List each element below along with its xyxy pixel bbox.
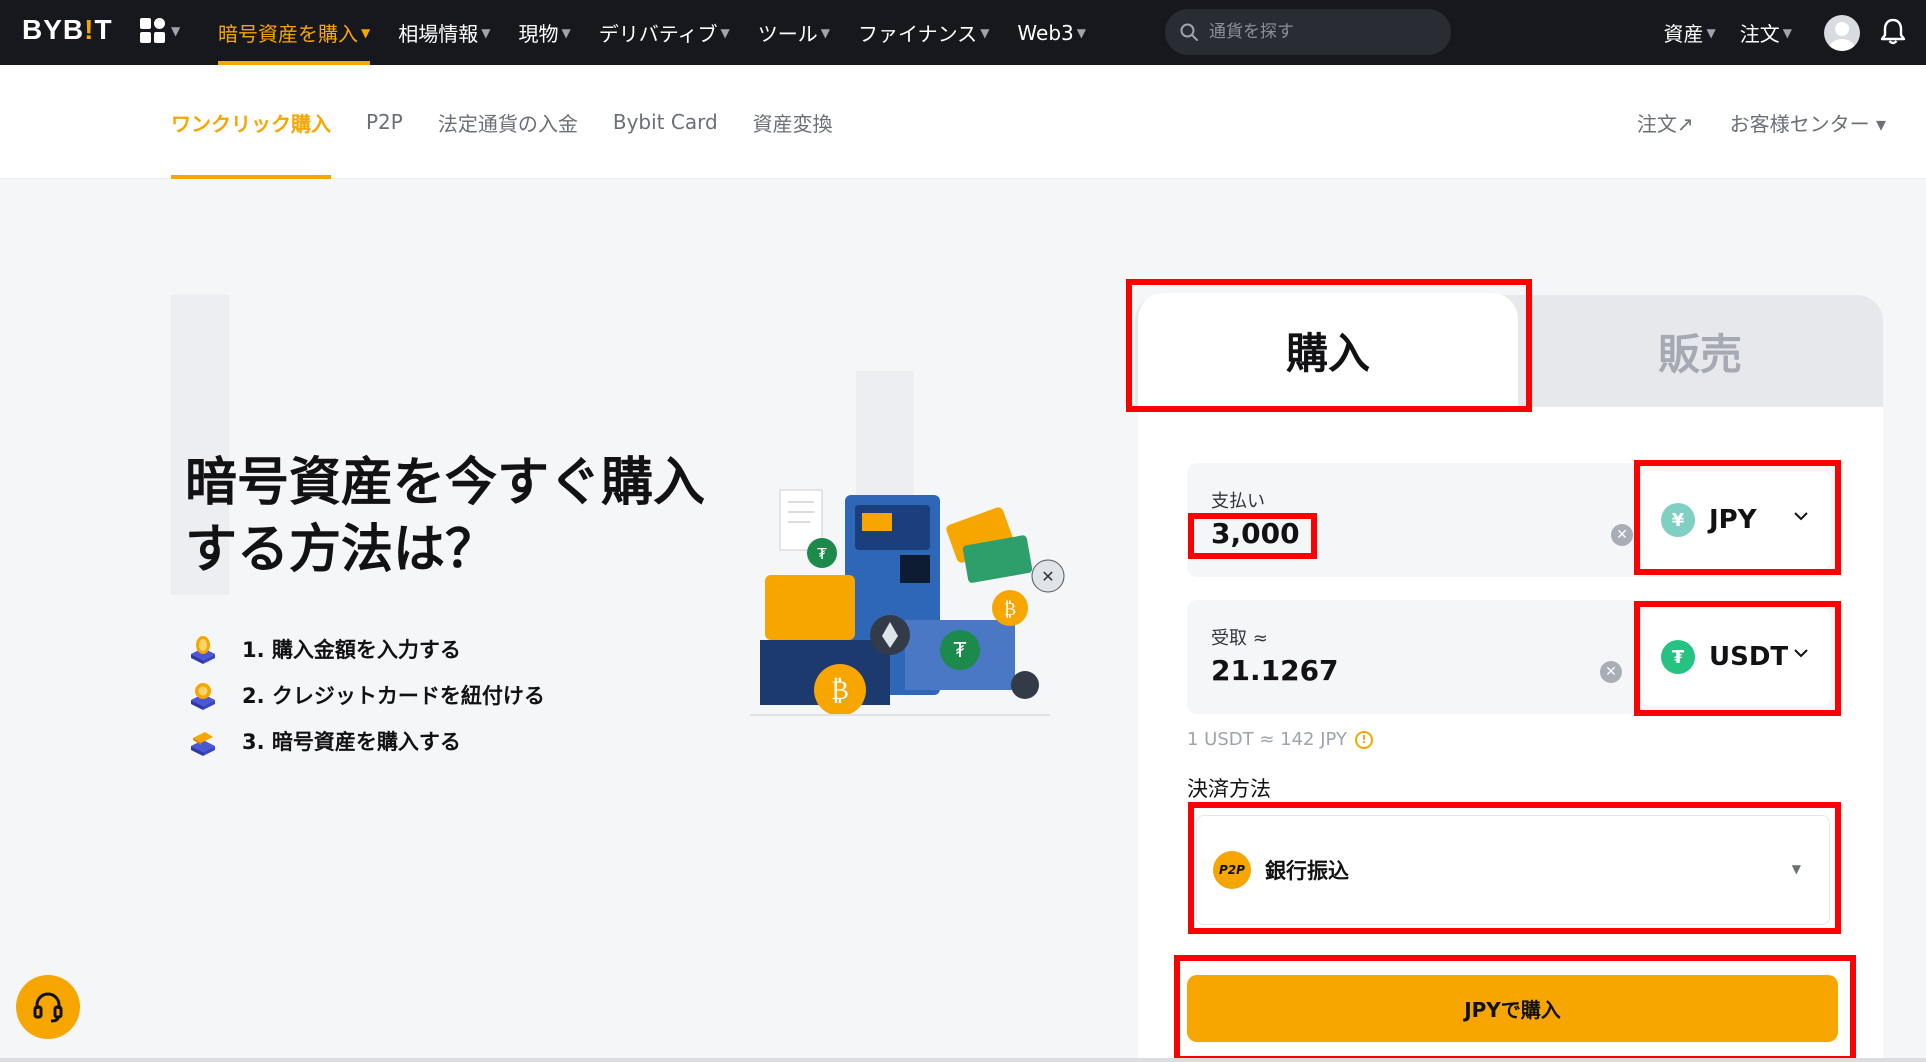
list-item: 3. 暗号資産を購入する [188,718,545,764]
list-item: 1. 購入金額を入力する [188,626,545,672]
apps-grid-icon [140,18,165,43]
receive-currency-name: USDT [1709,642,1789,672]
main-menu: 暗号資産を購入 ▼ 相場情報 ▼ 現物 ▼ デリバティブ ▼ ツール ▼ ファイナンス ▼ … [204,0,1100,65]
page-bottom-divider [0,1058,1926,1062]
exchange-rate-text: 1 USDT ≈ 142 JPY [1187,729,1347,750]
chevron-down-icon [1794,512,1808,521]
buy-with-jpy-button[interactable]: JPYで購入 [1187,975,1838,1042]
caret-down-icon: ▼ [561,25,571,40]
caret-down-icon: ▼ [980,25,990,40]
clear-icon[interactable]: ✕ [1600,661,1622,683]
nav-item-buy-crypto[interactable]: 暗号資産を購入 ▼ [204,0,384,65]
info-icon[interactable]: ! [1355,730,1373,749]
receive-currency-select[interactable]: ₮ USDT [1641,608,1831,706]
bybit-logo[interactable]: BYB!T [22,14,113,46]
tab-asset-convert[interactable]: 資産変換 [753,65,833,179]
search-box[interactable] [1165,9,1451,55]
tab-buy[interactable]: 購入 [1138,293,1518,408]
caret-down-icon: ▼ [1791,862,1801,876]
card-stack-icon [188,726,218,756]
chevron-down-icon [1794,649,1808,658]
tab-one-click-buy[interactable]: ワンクリック購入 [171,65,331,179]
nav-item-orders[interactable]: 注文 ▼ [1728,0,1804,65]
pay-label: 支払い [1211,491,1265,512]
payment-method-select[interactable]: P2P 銀行振込 ▼ [1196,815,1830,925]
crypto-atm-illustration: ₿ ₿ ₮ ₮ ✕ [750,489,1065,716]
headset-icon [33,992,63,1023]
notification-bell-icon[interactable] [1880,17,1906,49]
list-item: 2. クレジットカードを紐付ける [188,672,545,718]
orders-link[interactable]: 注文↗ [1637,108,1694,137]
nav-item-derivatives[interactable]: デリバティブ ▼ [585,0,744,65]
nav-item-finance[interactable]: ファイナンス ▼ [844,0,1003,65]
customer-center-dropdown[interactable]: お客様センター ▾ [1730,108,1886,137]
account-menu: 資産 ▼ 注文 ▼ [1652,0,1906,65]
apps-menu-button[interactable]: ▼ [140,18,180,43]
tab-p2p[interactable]: P2P [366,65,403,179]
nav-item-web3[interactable]: Web3 ▼ [1003,0,1100,65]
pay-currency-select[interactable]: ¥ JPY [1641,471,1831,569]
receive-amount-field: 受取 ≈ ✕ ₮ USDT [1187,600,1839,714]
hero-title: 暗号資産を今すぐ購入する方法は？ [185,453,706,580]
caret-down-icon: ▼ [1706,25,1716,40]
svg-text:₮: ₮ [817,545,827,563]
nav-item-tools[interactable]: ツール ▼ [744,0,844,65]
caret-down-icon: ▼ [361,25,371,40]
nav-item-assets[interactable]: 資産 ▼ [1652,0,1728,65]
caret-down-icon: ▼ [820,25,830,40]
tab-bybit-card[interactable]: Bybit Card [613,65,718,179]
coin-stack-icon [188,680,218,710]
svg-text:₿: ₿ [1004,599,1016,620]
search-icon [1180,23,1198,41]
nav-item-markets[interactable]: 相場情報 ▼ [384,0,504,65]
tab-sell[interactable]: 販売 [1530,295,1870,407]
pay-amount-input[interactable] [1211,517,1591,550]
receive-amount-input[interactable] [1211,654,1591,687]
jpy-coin-icon: ¥ [1661,503,1695,537]
coin-stack-icon [188,634,218,664]
customer-support-button[interactable] [16,975,80,1039]
search-input[interactable] [1209,22,1439,42]
steps-list: 1. 購入金額を入力する 2. クレジットカードを紐付ける 3. 暗号資産を購入… [188,626,545,764]
payment-method-label: 決済方法 [1187,777,1271,801]
top-navigation-bar: BYB!T ▼ 暗号資産を購入 ▼ 相場情報 ▼ 現物 ▼ デリバティブ ▼ ツール ▼ … [0,0,1926,65]
svg-text:₮: ₮ [954,638,967,662]
caret-down-icon: ▼ [720,25,730,40]
clear-icon[interactable]: ✕ [1611,524,1633,546]
exchange-rate: 1 USDT ≈ 142 JPY ! [1187,729,1373,750]
caret-down-icon: ▼ [1782,25,1792,40]
payment-method-name: 銀行振込 [1265,859,1349,883]
pay-amount-field: 支払い ✕ ¥ JPY [1187,463,1839,577]
buy-crypto-subnav: ワンクリック購入 P2P 法定通貨の入金 Bybit Card 資産変換 注文↗… [0,65,1926,179]
p2p-badge-icon: P2P [1213,851,1251,889]
user-avatar-icon[interactable] [1824,14,1860,51]
pay-currency-name: JPY [1709,505,1757,535]
caret-down-icon: ▼ [481,25,491,40]
svg-text:✕: ✕ [1041,567,1054,586]
svg-text:₿: ₿ [831,676,849,706]
tab-fiat-deposit[interactable]: 法定通貨の入金 [438,65,578,179]
usdt-coin-icon: ₮ [1661,640,1695,674]
caret-down-icon: ▼ [1076,25,1086,40]
receive-label: 受取 ≈ [1211,628,1268,649]
nav-item-spot[interactable]: 現物 ▼ [504,0,584,65]
caret-down-icon: ▼ [171,23,181,38]
